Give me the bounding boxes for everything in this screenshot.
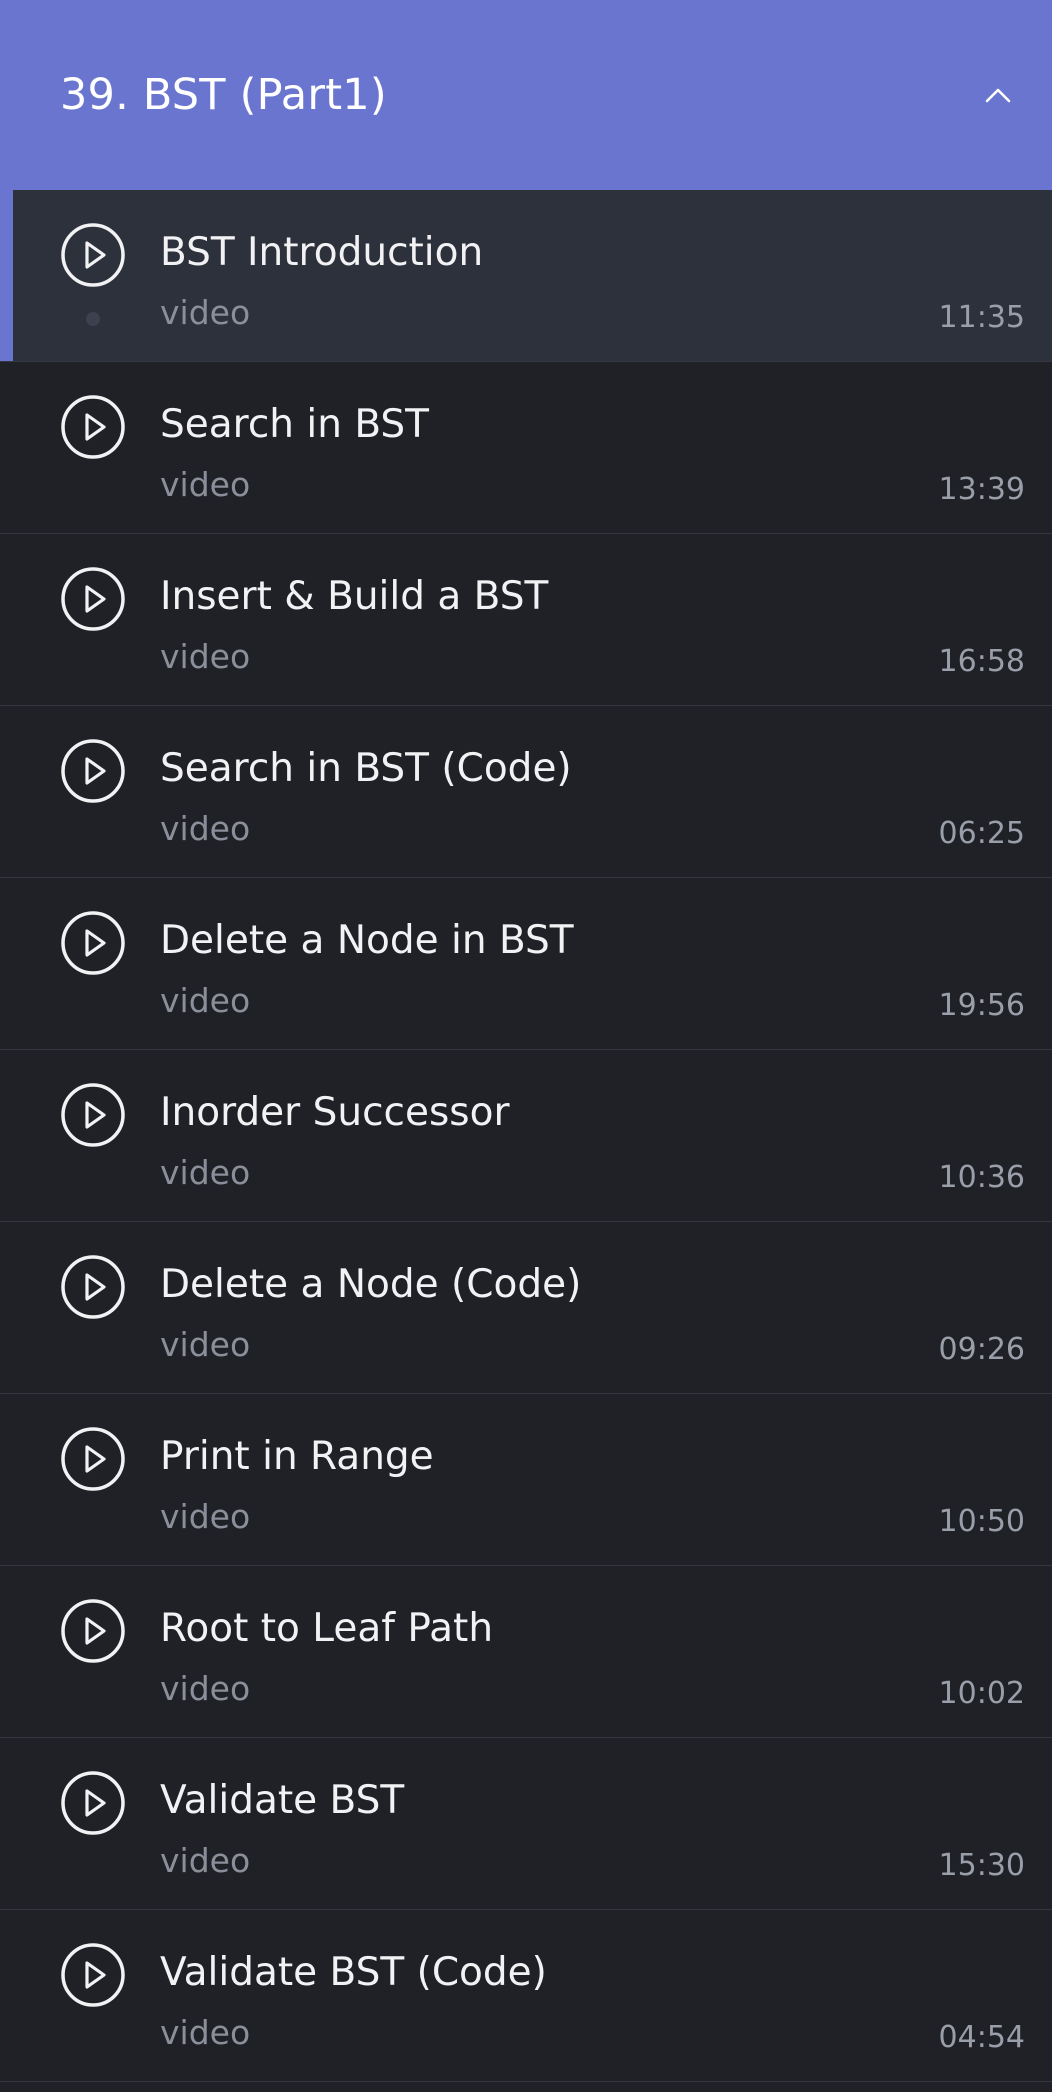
lesson-type: video <box>160 1669 251 1708</box>
play-circle-icon <box>60 566 126 632</box>
section-title: 39. BST (Part1) <box>60 70 387 120</box>
lesson-item[interactable]: Insert & Build a BST video 16:58 <box>0 534 1052 706</box>
lesson-type: video <box>160 1153 251 1192</box>
play-circle-icon <box>60 1942 126 2008</box>
lesson-type: video <box>160 2013 251 2052</box>
lesson-title: Insert & Build a BST <box>160 574 549 619</box>
lesson-duration: 09:26 <box>938 1332 1025 1367</box>
lesson-duration: 15:30 <box>938 1848 1025 1883</box>
lesson-item[interactable]: Inorder Successor video 10:36 <box>0 1050 1052 1222</box>
lesson-type: video <box>160 637 251 676</box>
lesson-type: video <box>160 1325 251 1364</box>
lesson-duration: 19:56 <box>938 988 1025 1023</box>
lesson-item[interactable]: Validate BST (Code) video 04:54 <box>0 1910 1052 2082</box>
lesson-duration: 13:39 <box>938 472 1025 507</box>
lesson-type: video <box>160 1841 251 1880</box>
play-circle-icon <box>60 1770 126 1836</box>
progress-dot <box>86 312 100 326</box>
lesson-title: Validate BST <box>160 1778 405 1823</box>
lesson-type: video <box>160 293 251 332</box>
lesson-duration: 06:25 <box>938 816 1025 851</box>
lesson-title: Inorder Successor <box>160 1090 510 1135</box>
lesson-list: BST Introduction video 11:35 Search in B… <box>0 190 1052 2082</box>
lesson-duration: 10:02 <box>938 1676 1025 1711</box>
lesson-title: Root to Leaf Path <box>160 1606 494 1651</box>
play-circle-icon <box>60 394 126 460</box>
lesson-item[interactable]: Delete a Node (Code) video 09:26 <box>0 1222 1052 1394</box>
lesson-title: Delete a Node (Code) <box>160 1262 582 1307</box>
lesson-duration: 11:35 <box>938 300 1025 335</box>
lesson-item[interactable]: Search in BST (Code) video 06:25 <box>0 706 1052 878</box>
play-circle-icon <box>60 910 126 976</box>
chevron-up-icon[interactable] <box>976 73 1020 117</box>
lesson-type: video <box>160 1497 251 1536</box>
lesson-title: Search in BST (Code) <box>160 746 572 791</box>
lesson-item[interactable]: Print in Range video 10:50 <box>0 1394 1052 1566</box>
lesson-title: Search in BST <box>160 402 429 447</box>
lesson-title: BST Introduction <box>160 230 484 275</box>
lesson-item[interactable]: Delete a Node in BST video 19:56 <box>0 878 1052 1050</box>
play-circle-icon <box>60 1082 126 1148</box>
play-circle-icon <box>60 738 126 804</box>
lesson-item[interactable]: Search in BST video 13:39 <box>0 362 1052 534</box>
play-circle-icon <box>60 1426 126 1492</box>
lesson-duration: 04:54 <box>938 2020 1025 2055</box>
section-header[interactable]: 39. BST (Part1) <box>0 0 1052 190</box>
lesson-title: Validate BST (Code) <box>160 1950 547 1995</box>
lesson-type: video <box>160 465 251 504</box>
lesson-item[interactable]: Root to Leaf Path video 10:02 <box>0 1566 1052 1738</box>
lesson-type: video <box>160 981 251 1020</box>
lesson-type: video <box>160 809 251 848</box>
play-circle-icon <box>60 1598 126 1664</box>
lesson-duration: 16:58 <box>938 644 1025 679</box>
lesson-duration: 10:50 <box>938 1504 1025 1539</box>
play-circle-icon <box>60 222 126 288</box>
lesson-title: Print in Range <box>160 1434 434 1479</box>
lesson-item[interactable]: BST Introduction video 11:35 <box>0 190 1052 362</box>
lesson-item[interactable]: Validate BST video 15:30 <box>0 1738 1052 1910</box>
lesson-duration: 10:36 <box>938 1160 1025 1195</box>
play-circle-icon <box>60 1254 126 1320</box>
lesson-title: Delete a Node in BST <box>160 918 574 963</box>
